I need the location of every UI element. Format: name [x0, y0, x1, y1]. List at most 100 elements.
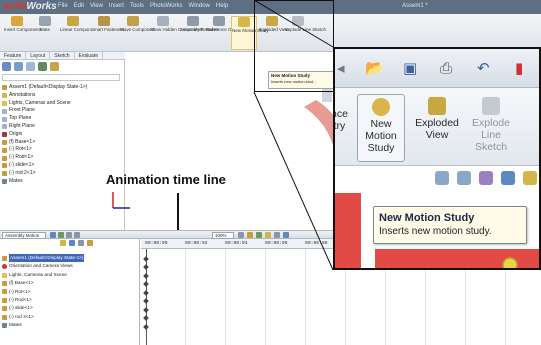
- motion-tree-item[interactable]: (f) Base<1>: [2, 279, 84, 287]
- save-animation-icon[interactable]: [238, 232, 244, 238]
- tree-item[interactable]: Top Plane: [2, 115, 87, 123]
- play-icon[interactable]: [58, 232, 64, 238]
- tree-item[interactable]: (-) Rot<1>: [2, 146, 87, 154]
- study-type-select[interactable]: Assembly Motion: [2, 232, 46, 239]
- reference-geometry-button[interactable]: nce try: [335, 108, 348, 132]
- configuration-manager-icon[interactable]: [26, 62, 35, 71]
- mate-button[interactable]: Mate: [32, 16, 58, 32]
- part-icon: [2, 280, 7, 286]
- assembly-features-button[interactable]: Assembly Features: [180, 16, 219, 32]
- feature-manager-icon[interactable]: [2, 62, 11, 71]
- tree-item[interactable]: (f) Base<1>: [2, 139, 87, 147]
- linear-pattern-button[interactable]: Linear Compon...: [60, 16, 95, 32]
- part-icon: [2, 297, 7, 303]
- property-manager-icon[interactable]: [14, 62, 23, 71]
- keyframe[interactable]: [143, 315, 149, 321]
- insert-components-button[interactable]: Insert Components: [4, 16, 42, 32]
- motion-tree-item[interactable]: (-) rod 2<1>: [2, 313, 84, 321]
- menu-edit[interactable]: Edit: [74, 3, 84, 9]
- time-tick-label: 00:00:02: [185, 241, 208, 246]
- tree-item[interactable]: Assem1 (Default<Display State-1>): [2, 84, 87, 92]
- keyframe[interactable]: [143, 281, 149, 287]
- view-orientation-icon[interactable]: [523, 171, 537, 185]
- camera-views-icon: [2, 264, 7, 270]
- keyframe[interactable]: [143, 290, 149, 296]
- previous-view-icon[interactable]: [479, 171, 493, 185]
- save-icon[interactable]: ▣: [403, 59, 417, 77]
- keyframe[interactable]: [143, 264, 149, 270]
- motion-tree-item[interactable]: (-) slide<1>: [2, 304, 84, 312]
- show-hidden-components-button[interactable]: Show Hidden Components: [150, 16, 204, 32]
- print-icon[interactable]: ⎙: [440, 59, 452, 77]
- motion-tree-item[interactable]: Assem1 (Default<Display State-1>): [2, 254, 85, 263]
- tree-item[interactable]: Origin: [2, 131, 87, 139]
- menu-insert[interactable]: Insert: [109, 3, 124, 9]
- tree-item[interactable]: Front Plane: [2, 107, 87, 115]
- motion-tree-item[interactable]: (-) Rot<1>: [2, 288, 84, 296]
- stop-icon[interactable]: [74, 232, 80, 238]
- mate-icon: [39, 16, 51, 26]
- display-manager-icon[interactable]: [50, 62, 59, 71]
- menu-window[interactable]: Window: [189, 3, 210, 9]
- part-icon: [2, 155, 7, 161]
- show-hidden-icon: [157, 16, 169, 26]
- spring-icon[interactable]: [274, 232, 280, 238]
- part-icon: [2, 314, 7, 320]
- contact-icon[interactable]: [283, 232, 289, 238]
- autokey-icon[interactable]: [256, 232, 262, 238]
- tab-sketch[interactable]: Sketch: [50, 52, 75, 60]
- motor-icon[interactable]: [265, 232, 271, 238]
- tree-item[interactable]: Lights, Cameras and Scene: [2, 100, 87, 108]
- smart-fasteners-button[interactable]: Smart Fasteners: [91, 16, 124, 32]
- new-motion-study-button[interactable]: New Motion Study: [357, 94, 405, 162]
- menu-tools[interactable]: Tools: [130, 3, 144, 9]
- tree-item[interactable]: Mates: [2, 178, 87, 186]
- motion-tree-item[interactable]: Orientation and Camera Views: [2, 262, 84, 270]
- animation-wizard-icon[interactable]: [247, 232, 253, 238]
- menu-help[interactable]: Help: [216, 3, 228, 9]
- play-from-start-icon[interactable]: [66, 232, 72, 238]
- zoom-to-fit-icon[interactable]: [435, 171, 449, 185]
- keyframe[interactable]: [143, 324, 149, 330]
- open-folder-icon[interactable]: 📂: [365, 59, 384, 77]
- calculate-icon[interactable]: [50, 232, 56, 238]
- reference-geometry-icon: [213, 16, 225, 26]
- menu-file[interactable]: File: [58, 3, 68, 9]
- filter-selected-icon[interactable]: [78, 240, 84, 246]
- rebuild-icon[interactable]: ▮: [515, 59, 523, 77]
- tree-item[interactable]: (-) rod 2<1>: [2, 170, 87, 178]
- tree-filter-input[interactable]: [2, 74, 120, 81]
- tab-evaluate[interactable]: Evaluate: [75, 52, 104, 60]
- open-icon[interactable]: ◂: [337, 59, 345, 77]
- keyframe[interactable]: [143, 298, 149, 304]
- menu-view[interactable]: View: [90, 3, 103, 9]
- tab-feature[interactable]: Feature: [0, 52, 27, 60]
- move-component-button[interactable]: Move Component: [120, 16, 156, 32]
- assembly-icon: [2, 255, 7, 261]
- filter-driving-icon[interactable]: [69, 240, 75, 246]
- exploded-view-button[interactable]: Exploded View: [411, 94, 463, 141]
- tree-item[interactable]: Right Plane: [2, 123, 87, 131]
- tree-item[interactable]: (-) Rod<1>: [2, 154, 87, 162]
- filter-animated-icon[interactable]: [60, 240, 66, 246]
- reference-geometry-button[interactable]: Reference Geometry: [206, 16, 248, 32]
- zoom-area-icon[interactable]: [457, 171, 471, 185]
- dimxpert-icon[interactable]: [38, 62, 47, 71]
- motion-tree-item[interactable]: Lights, Cameras and Scene: [2, 271, 84, 279]
- section-view-icon[interactable]: [501, 171, 515, 185]
- panel-toolbar: [2, 62, 59, 71]
- tree-item[interactable]: Annotations: [2, 92, 87, 100]
- tab-layout[interactable]: Layout: [26, 52, 51, 60]
- filter-results-icon[interactable]: [87, 240, 93, 246]
- menu-photoworks[interactable]: PhotoWorks: [150, 3, 183, 9]
- motion-tools: [238, 232, 289, 238]
- motion-tree-item[interactable]: Mates: [2, 321, 84, 329]
- motion-tree-item[interactable]: (-) Rod<1>: [2, 296, 84, 304]
- keyframe[interactable]: [143, 273, 149, 279]
- keyframe[interactable]: [143, 307, 149, 313]
- undo-icon[interactable]: ↶: [477, 59, 490, 77]
- tree-item[interactable]: (-) slide<1>: [2, 162, 87, 170]
- explode-line-sketch-button[interactable]: Explode Line Sketch: [467, 94, 515, 153]
- keyframe[interactable]: [143, 256, 149, 262]
- playback-speed-select[interactable]: 100%: [212, 232, 234, 239]
